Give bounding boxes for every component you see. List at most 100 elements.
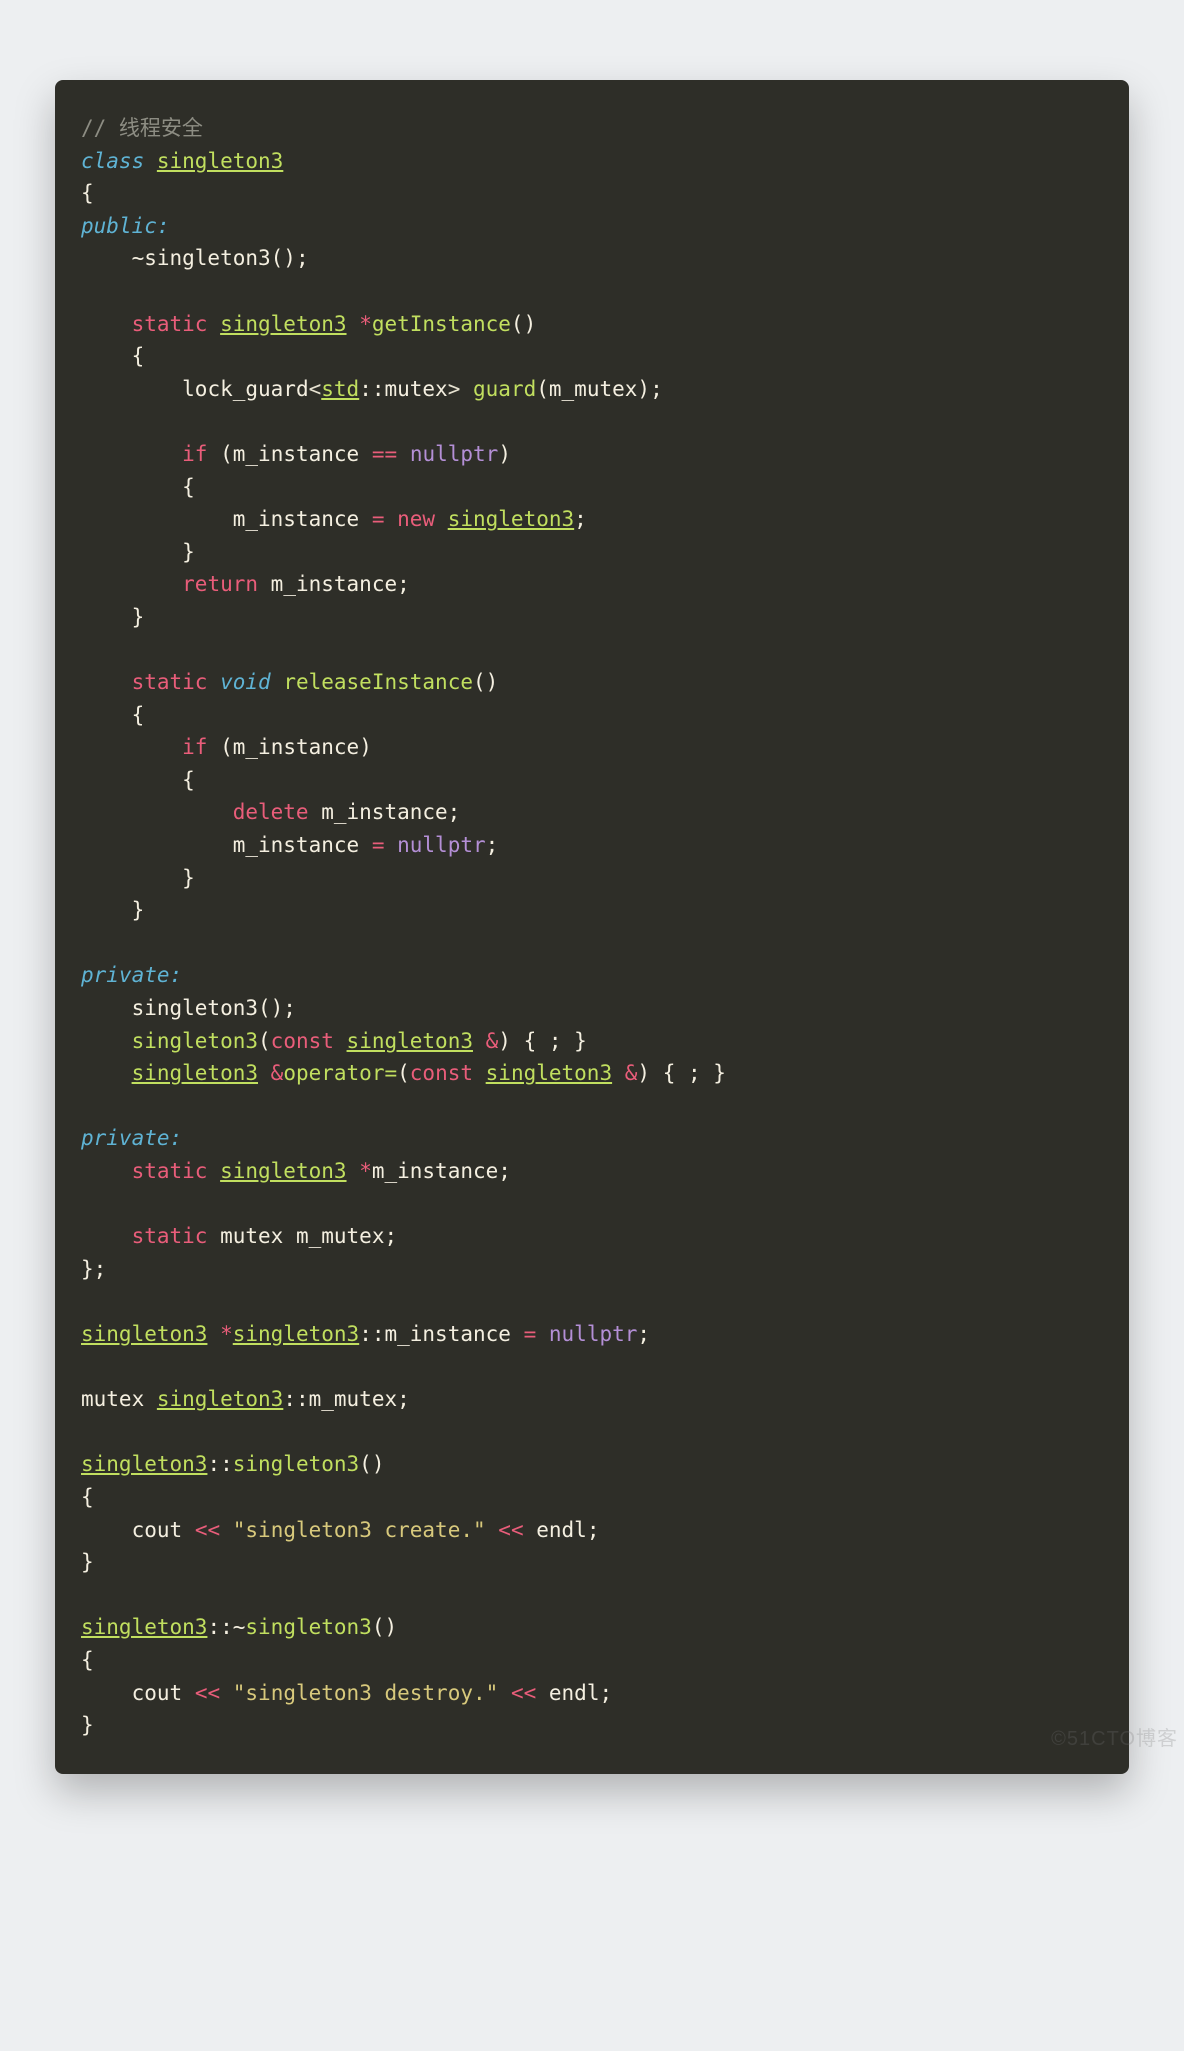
op-assign: = [524,1322,537,1346]
kw-const: const [410,1061,473,1085]
paren: ( [397,1061,410,1085]
m-mutex: m_mutex [549,377,638,401]
colon: : [170,963,183,987]
dcolon: :: [207,1615,232,1639]
nullptr: nullptr [410,442,499,466]
kw-const: const [271,1029,334,1053]
semi: ; [486,833,499,857]
type-param: singleton3 [347,1029,473,1053]
brace: { [81,1648,94,1672]
amp: & [486,1029,499,1053]
star: * [359,1159,372,1183]
nullptr: nullptr [549,1322,638,1346]
paren: ) [384,1615,397,1639]
paren: ) [498,1029,511,1053]
paren: ) [524,312,537,336]
paren: ) [498,442,511,466]
brace: { [182,475,195,499]
op-assign: = [372,833,385,857]
paren: ( [258,1029,271,1053]
kw-if: if [182,735,207,759]
m-instance: m_instance [271,572,397,596]
ctor-def: singleton3 [233,1452,359,1476]
paren: ( [473,670,486,694]
scope: singleton3 [81,1452,207,1476]
mutex: mutex [220,1224,283,1248]
semi: ; [650,377,663,401]
ns-std: std [321,377,359,401]
cout: cout [132,1518,183,1542]
paren: ) [359,735,372,759]
op-eq: == [372,442,397,466]
op-assign-fn: operator= [283,1061,397,1085]
paren: ( [220,442,233,466]
type-field: singleton3 [220,1159,346,1183]
star: * [359,312,372,336]
dtor-decl: ~singleton3(); [132,246,309,270]
mutex: mutex [81,1387,144,1411]
type-def: singleton3 [81,1322,207,1346]
kw-if: if [182,442,207,466]
str-create: "singleton3 create." [233,1518,486,1542]
m-instance: m_instance [233,735,359,759]
paren: ) [372,1452,385,1476]
endl: endl [549,1681,600,1705]
ret-type: singleton3 [220,312,346,336]
body-empty: { ; } [663,1061,726,1085]
scope: singleton3 [233,1322,359,1346]
semi: ; [498,1159,511,1183]
semi: ; [574,507,587,531]
m-instance: m_instance [233,833,359,857]
m-instance: m_instance [233,442,359,466]
colon: : [157,214,170,238]
amp: & [271,1061,284,1085]
op-ins: << [195,1681,220,1705]
kw-public: public [81,214,157,238]
code-content: // 线程安全 class singleton3 { public: ~sing… [81,112,1103,1742]
kw-delete: delete [233,800,309,824]
kw-static: static [132,670,208,694]
brace: } [182,540,195,564]
star: * [220,1322,233,1346]
brace: } [132,605,145,629]
brace: { [81,1485,94,1509]
cout: cout [132,1681,183,1705]
type-param: singleton3 [486,1061,612,1085]
kw-static: static [132,1159,208,1183]
semi: ; [397,1387,410,1411]
type-new: singleton3 [448,507,574,531]
kw-new: new [397,507,435,531]
m-instance: m_instance [233,507,359,531]
semi: ; [599,1681,612,1705]
op-ins: << [511,1681,536,1705]
kw-private: private [81,1126,170,1150]
semi: ; [397,572,410,596]
angle: > [448,377,461,401]
nullptr: nullptr [397,833,486,857]
angle: < [309,377,322,401]
semi: ; [384,1224,397,1248]
dtor-def: singleton3 [245,1615,371,1639]
m-instance: m_instance [372,1159,498,1183]
m-instance: m_instance [321,800,447,824]
type-class: singleton3 [157,149,283,173]
op-assign: = [372,507,385,531]
guard-call: guard [473,377,536,401]
dcolon: :: [207,1452,232,1476]
amp: & [625,1061,638,1085]
class-close: }; [81,1257,106,1281]
semi: ; [587,1518,600,1542]
dcolon: :: [359,1322,384,1346]
body-empty: { ; } [524,1029,587,1053]
fn-getinstance: getInstance [372,312,511,336]
tilde: ~ [233,1615,246,1639]
mutex: mutex [384,377,447,401]
scope: singleton3 [81,1615,207,1639]
brace: } [81,1713,94,1737]
fn-release: releaseInstance [283,670,473,694]
kw-void: void [220,670,271,694]
str-destroy: "singleton3 destroy." [233,1681,499,1705]
brace: { [81,181,94,205]
brace: } [81,1550,94,1574]
paren: ) [637,1061,650,1085]
